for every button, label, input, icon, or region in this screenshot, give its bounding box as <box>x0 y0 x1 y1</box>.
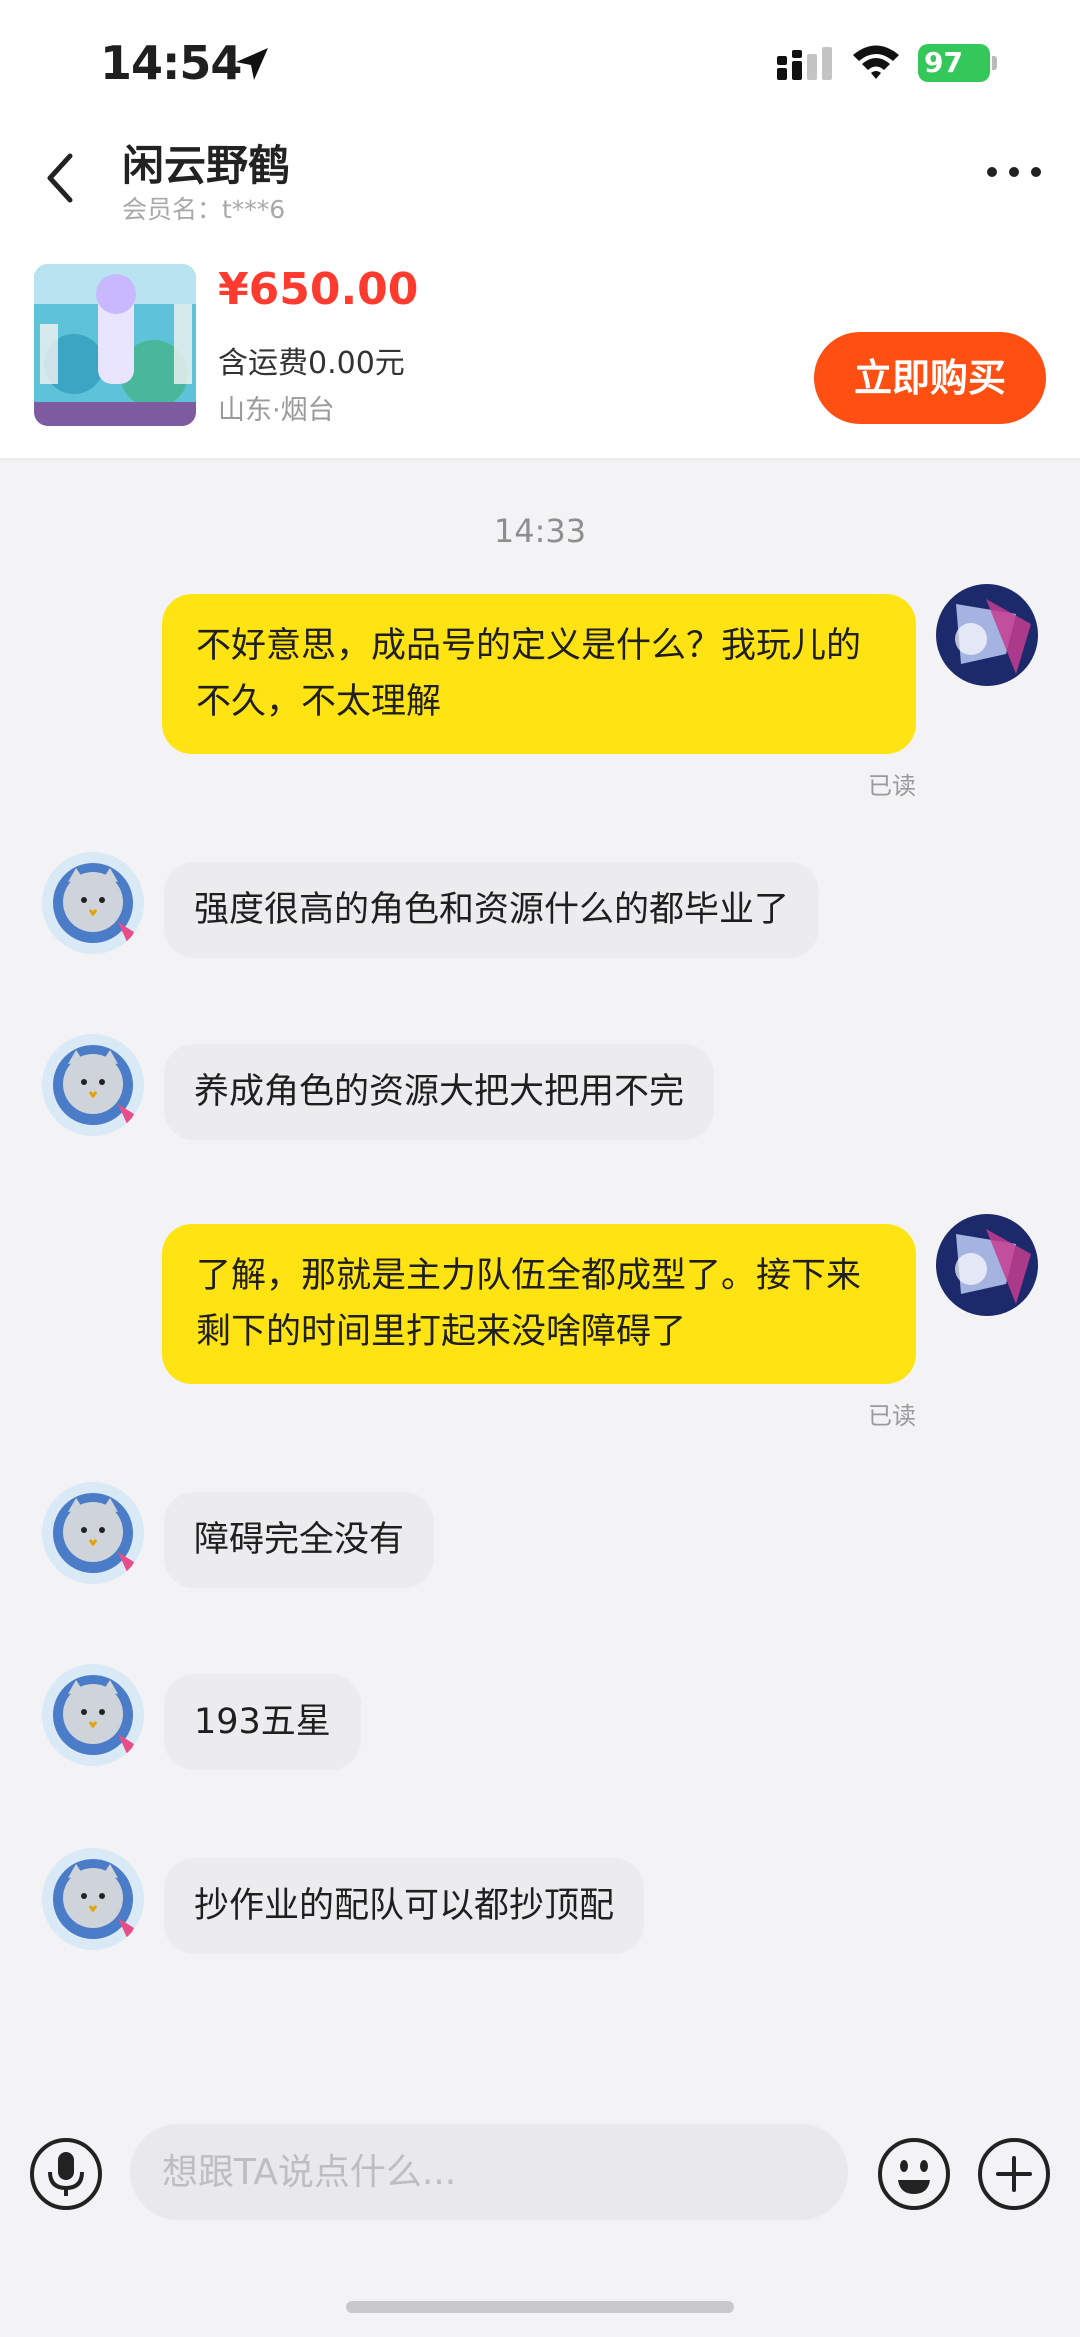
seller-avatar[interactable] <box>42 1664 144 1766</box>
buy-now-button[interactable]: 立即购买 <box>814 332 1046 424</box>
microphone-icon[interactable] <box>28 2136 104 2212</box>
message-input[interactable] <box>130 2124 848 2220</box>
seller-avatar[interactable] <box>42 1482 144 1584</box>
incoming-message-bubble[interactable]: 抄作业的配队可以都抄顶配 <box>164 1858 645 1954</box>
status-bar: 14:54 97 <box>0 0 1080 120</box>
battery-indicator: 97 <box>918 44 997 82</box>
back-icon[interactable] <box>40 148 80 208</box>
seller-avatar[interactable] <box>42 1848 144 1950</box>
read-status: 已读 <box>868 772 916 800</box>
product-shipping: 含运费0.00元 <box>218 346 405 381</box>
cellular-signal-icon <box>777 47 832 80</box>
outgoing-message-bubble[interactable]: 不好意思，成品号的定义是什么？我玩儿的不久，不太理解 <box>162 594 916 754</box>
chat-header: 闲云野鹤 会员名：t***6 <box>0 120 1080 228</box>
product-thumbnail[interactable] <box>34 264 196 426</box>
my-avatar[interactable] <box>936 584 1038 686</box>
product-price: ¥650.00 <box>218 264 419 315</box>
read-status: 已读 <box>868 1402 916 1430</box>
outgoing-message-bubble[interactable]: 了解，那就是主力队伍全都成型了。接下来剩下的时间里打起来没啥障碍了 <box>162 1224 916 1384</box>
incoming-message-bubble[interactable]: 强度很高的角色和资源什么的都毕业了 <box>164 862 820 958</box>
battery-level: 97 <box>918 44 990 82</box>
incoming-message-bubble[interactable]: 障碍完全没有 <box>164 1492 435 1588</box>
status-time: 14:54 <box>100 36 242 90</box>
chat-timestamp: 14:33 <box>493 512 587 550</box>
product-location: 山东·烟台 <box>218 395 335 426</box>
emoji-icon[interactable] <box>876 2136 952 2212</box>
seller-avatar[interactable] <box>42 1034 144 1136</box>
seller-avatar[interactable] <box>42 852 144 954</box>
location-arrow-icon <box>236 48 268 80</box>
plus-icon[interactable] <box>976 2136 1052 2212</box>
chat-title: 闲云野鹤 <box>122 141 291 190</box>
my-avatar[interactable] <box>936 1214 1038 1316</box>
incoming-message-bubble[interactable]: 193五星 <box>164 1674 361 1770</box>
wifi-icon <box>853 45 899 79</box>
product-card[interactable]: ¥650.00 含运费0.00元 山东·烟台 立即购买 <box>0 228 1080 460</box>
battery-cap <box>992 56 997 70</box>
battery-percent: 97 <box>924 46 963 79</box>
home-indicator[interactable] <box>346 2301 734 2313</box>
incoming-message-bubble[interactable]: 养成角色的资源大把大把用不完 <box>164 1044 715 1140</box>
more-icon[interactable] <box>984 162 1044 182</box>
member-name: 会员名：t***6 <box>122 195 286 224</box>
